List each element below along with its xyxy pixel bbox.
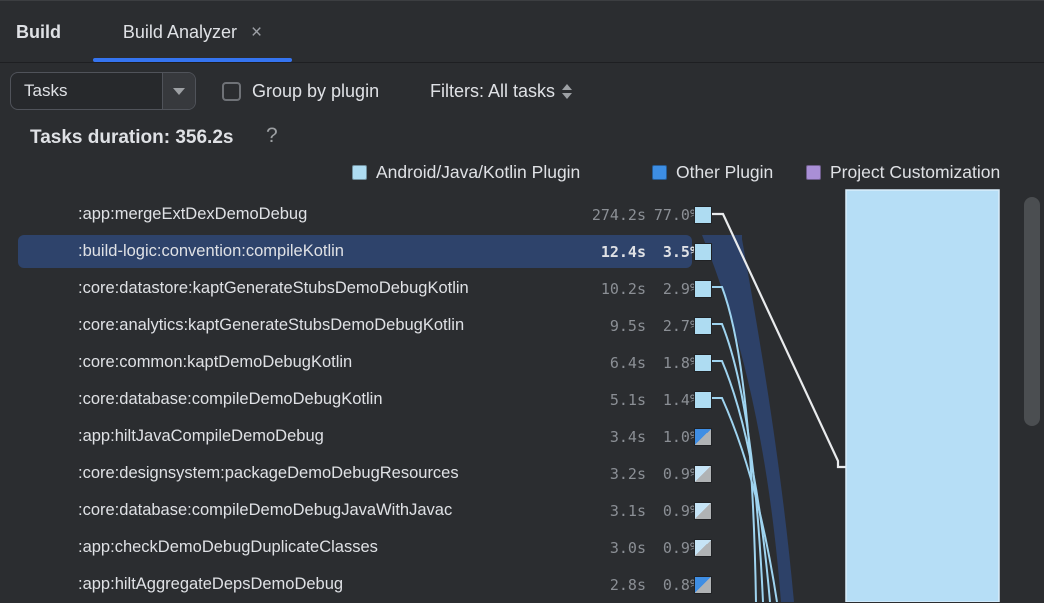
task-duration: 3.1s <box>546 502 646 520</box>
task-percent: 2.7% <box>646 317 699 335</box>
sorter-icon <box>562 84 572 99</box>
filters-dropdown[interactable]: Filters: All tasks <box>430 72 572 110</box>
legend-swatch <box>806 165 821 180</box>
task-percent: 0.9% <box>646 465 699 483</box>
task-duration: 12.4s <box>546 243 646 261</box>
scrollbar-thumb[interactable] <box>1024 197 1040 426</box>
task-row[interactable]: :app:checkDemoDebugDuplicateClasses 3.0s… <box>18 529 712 566</box>
legend-swatch <box>352 165 367 180</box>
tab-build-analyzer[interactable]: Build Analyzer × <box>93 1 292 63</box>
task-percent: 77.0% <box>646 206 699 224</box>
task-connector-line <box>712 324 763 602</box>
task-name: :core:designsystem:packageDemoDebugResou… <box>78 464 546 483</box>
legend-item: Android/Java/Kotlin Plugin <box>352 162 580 183</box>
task-connector-line <box>712 361 770 602</box>
filters-label: Filters: All tasks <box>430 81 555 102</box>
task-name: :core:datastore:kaptGenerateStubsDemoDeb… <box>78 279 546 298</box>
task-percent: 0.9% <box>646 539 699 557</box>
task-type-icon <box>694 539 712 557</box>
duration-bar-segment[interactable] <box>846 190 999 602</box>
highlighted-task-connector <box>712 214 847 467</box>
task-row[interactable]: :app:hiltAggregateDepsDemoDebug 2.8s 0.8… <box>18 566 712 603</box>
task-name: :core:database:compileDemoDebugJavaWithJ… <box>78 501 546 520</box>
view-selector-value: Tasks <box>11 73 162 109</box>
task-duration: 10.2s <box>546 280 646 298</box>
tab-build-label: Build <box>16 22 61 43</box>
task-type-icon <box>694 317 712 335</box>
tab-build-analyzer-label: Build Analyzer <box>123 22 237 43</box>
dropdown-arrow-cell[interactable] <box>162 73 195 109</box>
close-icon[interactable]: × <box>251 23 262 42</box>
task-type-icon <box>694 243 712 261</box>
task-name: :app:hiltJavaCompileDemoDebug <box>78 427 546 446</box>
task-type-icon <box>694 465 712 483</box>
task-percent: 1.8% <box>646 354 699 372</box>
legend-item: Project Customization <box>806 162 1000 183</box>
task-percent: 1.4% <box>646 391 699 409</box>
task-name: :app:checkDemoDebugDuplicateClasses <box>78 538 546 557</box>
legend-label: Android/Java/Kotlin Plugin <box>376 162 580 183</box>
task-duration: 3.2s <box>546 465 646 483</box>
legend-label: Other Plugin <box>676 162 773 183</box>
task-row[interactable]: :app:hiltJavaCompileDemoDebug 3.4s 1.0% <box>18 418 712 455</box>
task-name: :app:mergeExtDexDemoDebug <box>78 205 546 224</box>
task-row[interactable]: :build-logic:convention:compileKotlin 12… <box>18 233 712 270</box>
task-duration: 3.0s <box>546 539 646 557</box>
task-row[interactable]: :core:database:compileDemoDebugKotlin 5.… <box>18 381 712 418</box>
task-name: :core:database:compileDemoDebugKotlin <box>78 390 546 409</box>
task-percent: 3.5% <box>646 243 699 261</box>
task-percent: 2.9% <box>646 280 699 298</box>
task-row[interactable]: :core:database:compileDemoDebugJavaWithJ… <box>18 492 712 529</box>
task-row[interactable]: :core:analytics:kaptGenerateStubsDemoDeb… <box>18 307 712 344</box>
task-duration: 2.8s <box>546 576 646 594</box>
tool-window-tab-bar: Build Build Analyzer × <box>0 1 1044 63</box>
legend-swatch <box>652 165 667 180</box>
task-type-icon <box>694 502 712 520</box>
task-row[interactable]: :core:datastore:kaptGenerateStubsDemoDeb… <box>18 270 712 307</box>
tasks-duration-title: Tasks duration: 356.2s <box>30 127 233 149</box>
view-selector-dropdown[interactable]: Tasks <box>10 72 196 110</box>
task-row[interactable]: :core:designsystem:packageDemoDebugResou… <box>18 455 712 492</box>
task-name: :core:common:kaptDemoDebugKotlin <box>78 353 546 372</box>
tab-build[interactable]: Build <box>16 1 61 63</box>
task-row[interactable]: :app:mergeExtDexDemoDebug 274.2s 77.0% <box>18 196 712 233</box>
chevron-down-icon <box>173 88 185 95</box>
task-name: :build-logic:convention:compileKotlin <box>78 242 546 261</box>
task-percent: 1.0% <box>646 428 699 446</box>
task-row[interactable]: :core:common:kaptDemoDebugKotlin 6.4s 1.… <box>18 344 712 381</box>
active-tab-indicator <box>93 58 292 62</box>
task-list: :app:mergeExtDexDemoDebug 274.2s 77.0% :… <box>18 196 712 603</box>
task-percent: 0.9% <box>646 502 699 520</box>
group-by-plugin-label: Group by plugin <box>252 81 379 102</box>
task-type-icon <box>694 354 712 372</box>
task-percent: 0.8% <box>646 576 699 594</box>
task-type-icon <box>694 428 712 446</box>
task-name: :app:hiltAggregateDepsDemoDebug <box>78 575 546 594</box>
task-type-icon <box>694 280 712 298</box>
task-duration: 5.1s <box>546 391 646 409</box>
task-type-icon <box>694 206 712 224</box>
task-connector-line <box>712 398 777 602</box>
legend-item: Other Plugin <box>652 162 773 183</box>
selected-task-connector <box>702 235 794 602</box>
group-by-plugin-control: Group by plugin <box>222 72 379 110</box>
task-name: :core:analytics:kaptGenerateStubsDemoDeb… <box>78 316 546 335</box>
task-duration: 3.4s <box>546 428 646 446</box>
help-icon[interactable]: ? <box>266 124 278 148</box>
task-duration: 9.5s <box>546 317 646 335</box>
task-type-icon <box>694 391 712 409</box>
task-duration: 6.4s <box>546 354 646 372</box>
legend-label: Project Customization <box>830 162 1000 183</box>
task-connector-line <box>712 287 756 602</box>
group-by-plugin-checkbox[interactable] <box>222 82 241 101</box>
task-duration: 274.2s <box>546 206 646 224</box>
task-type-icon <box>694 576 712 594</box>
